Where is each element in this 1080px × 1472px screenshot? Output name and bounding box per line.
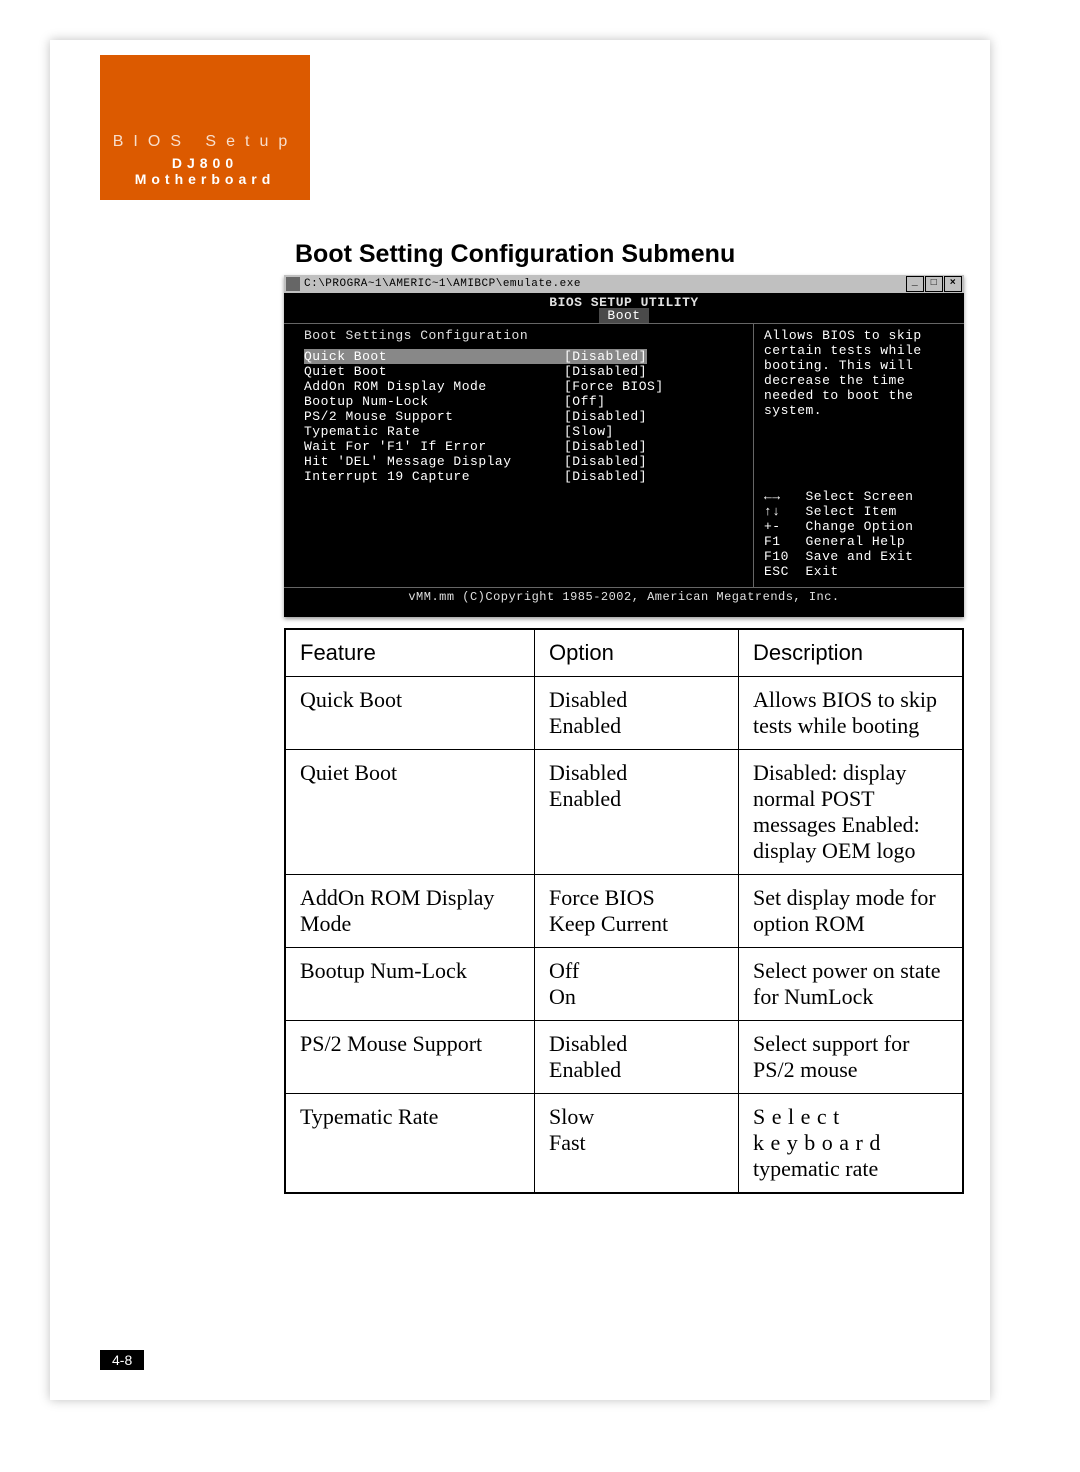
- table-header-description: Description: [739, 629, 964, 677]
- bios-setting-row[interactable]: Typematic Rate[Slow]: [304, 424, 743, 439]
- bios-setting-value: [Force BIOS]: [564, 379, 664, 394]
- bios-setting-value: [Disabled]: [564, 439, 647, 454]
- cell-description: Allows BIOS to skip tests while booting: [739, 677, 964, 750]
- window-titlebar: C:\PROGRA~1\AMERIC~1\AMIBCP\emulate.exe …: [284, 275, 964, 293]
- bios-setting-value: [Disabled]: [564, 469, 647, 484]
- cell-option: Disabled Enabled: [535, 1021, 739, 1094]
- bios-setting-row[interactable]: Bootup Num-Lock[Off]: [304, 394, 743, 409]
- cell-option: Off On: [535, 948, 739, 1021]
- header-block: BIOS Setup DJ800 Motherboard: [100, 55, 310, 200]
- cell-feature: Quiet Boot: [285, 750, 535, 875]
- table-row: PS/2 Mouse SupportDisabled EnabledSelect…: [285, 1021, 963, 1094]
- bios-help-text: Allows BIOS to skip certain tests while …: [764, 328, 954, 418]
- cell-description: Set display mode for option ROM: [739, 875, 964, 948]
- table-row: AddOn ROM Display ModeForce BIOS Keep Cu…: [285, 875, 963, 948]
- table-row: Typematic RateSlow FastSelect keyboardty…: [285, 1094, 963, 1194]
- cell-description: Select support for PS/2 mouse: [739, 1021, 964, 1094]
- section-title: Boot Setting Configuration Submenu: [295, 240, 735, 269]
- close-icon[interactable]: ×: [944, 276, 962, 292]
- bios-setting-row[interactable]: Quiet Boot[Disabled]: [304, 364, 743, 379]
- bios-setting-label: Wait For 'F1' If Error: [304, 439, 564, 454]
- table-row: Quiet BootDisabled EnabledDisabled: disp…: [285, 750, 963, 875]
- cell-description: Select power on state for NumLock: [739, 948, 964, 1021]
- cell-description: Disabled: display normal POST messages E…: [739, 750, 964, 875]
- cell-feature: Bootup Num-Lock: [285, 948, 535, 1021]
- bios-setting-value: [Disabled]: [564, 454, 647, 469]
- bios-setting-label: Hit 'DEL' Message Display: [304, 454, 564, 469]
- bios-footer: vMM.mm (C)Copyright 1985-2002, American …: [284, 590, 964, 604]
- bios-setting-value: [Slow]: [564, 424, 614, 439]
- bios-setting-row[interactable]: PS/2 Mouse Support[Disabled]: [304, 409, 743, 424]
- minimize-icon[interactable]: _: [906, 276, 924, 292]
- bios-panel-heading: Boot Settings Configuration: [304, 328, 743, 343]
- bios-settings-panel: Boot Settings Configuration Quick Boot[D…: [284, 324, 754, 587]
- bios-tab-bar: Boot: [284, 308, 964, 323]
- table-header-option: Option: [535, 629, 739, 677]
- bios-setting-value: [Disabled]: [564, 409, 647, 424]
- bios-setting-row[interactable]: Wait For 'F1' If Error[Disabled]: [304, 439, 743, 454]
- cell-option: Disabled Enabled: [535, 677, 739, 750]
- cell-feature: AddOn ROM Display Mode: [285, 875, 535, 948]
- bios-setting-row[interactable]: Hit 'DEL' Message Display[Disabled]: [304, 454, 743, 469]
- header-model: DJ800 Motherboard: [100, 155, 310, 187]
- bios-setting-label: PS/2 Mouse Support: [304, 409, 564, 424]
- bios-setting-value: [Disabled]: [564, 364, 647, 379]
- bios-setting-label: AddOn ROM Display Mode: [304, 379, 564, 394]
- maximize-icon[interactable]: □: [925, 276, 943, 292]
- table-row: Bootup Num-LockOff OnSelect power on sta…: [285, 948, 963, 1021]
- bios-active-tab[interactable]: Boot: [599, 308, 648, 323]
- bios-screenshot: C:\PROGRA~1\AMERIC~1\AMIBCP\emulate.exe …: [284, 275, 964, 617]
- cell-description: Select keyboardtypematic rate: [739, 1094, 964, 1194]
- document-page: BIOS Setup DJ800 Motherboard Boot Settin…: [50, 40, 990, 1400]
- feature-table: Feature Option Description Quick BootDis…: [284, 628, 964, 1194]
- bios-setting-value: [Disabled]: [564, 349, 647, 364]
- bios-setting-label: Typematic Rate: [304, 424, 564, 439]
- window-title-path: C:\PROGRA~1\AMERIC~1\AMIBCP\emulate.exe: [304, 278, 905, 290]
- cell-option: Force BIOS Keep Current: [535, 875, 739, 948]
- app-icon: [286, 277, 300, 291]
- table-row: Quick BootDisabled EnabledAllows BIOS to…: [285, 677, 963, 750]
- bios-setting-label: Bootup Num-Lock: [304, 394, 564, 409]
- page-number: 4-8: [100, 1350, 144, 1370]
- bios-setting-label: Quick Boot: [304, 349, 564, 364]
- cell-option: Disabled Enabled: [535, 750, 739, 875]
- table-header-row: Feature Option Description: [285, 629, 963, 677]
- bios-help-panel: Allows BIOS to skip certain tests while …: [754, 324, 964, 587]
- cell-feature: Typematic Rate: [285, 1094, 535, 1194]
- bios-body: Boot Settings Configuration Quick Boot[D…: [284, 323, 964, 588]
- bios-setting-row[interactable]: Interrupt 19 Capture[Disabled]: [304, 469, 743, 484]
- bios-setting-label: Interrupt 19 Capture: [304, 469, 564, 484]
- cell-feature: Quick Boot: [285, 677, 535, 750]
- bios-setting-label: Quiet Boot: [304, 364, 564, 379]
- bios-setting-value: [Off]: [564, 394, 606, 409]
- cell-feature: PS/2 Mouse Support: [285, 1021, 535, 1094]
- bios-key-legend: ←→ Select Screen ↑↓ Select Item +- Chang…: [764, 489, 913, 579]
- table-header-feature: Feature: [285, 629, 535, 677]
- header-section-label: BIOS Setup: [100, 133, 310, 151]
- bios-setting-row[interactable]: Quick Boot[Disabled]: [304, 349, 743, 364]
- cell-option: Slow Fast: [535, 1094, 739, 1194]
- bios-setting-row[interactable]: AddOn ROM Display Mode[Force BIOS]: [304, 379, 743, 394]
